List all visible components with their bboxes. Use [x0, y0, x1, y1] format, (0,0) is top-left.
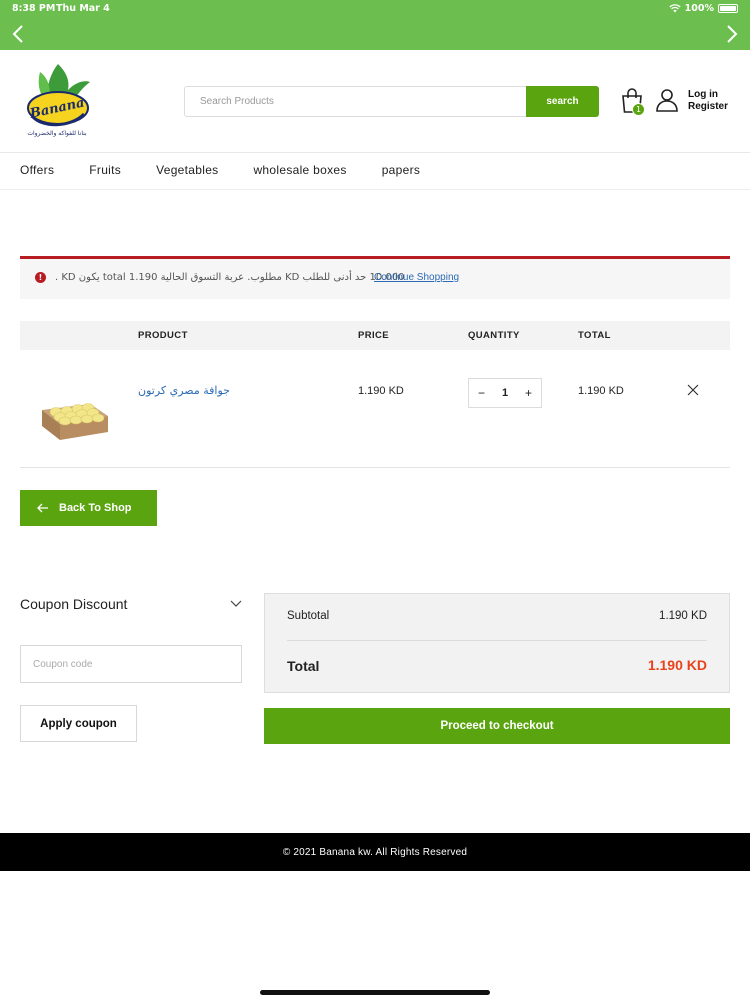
- menu-item-offers[interactable]: Offers: [20, 163, 54, 177]
- home-indicator[interactable]: [260, 990, 490, 995]
- back-to-shop-label: Back To Shop: [59, 502, 132, 514]
- register-link[interactable]: Register: [688, 101, 728, 113]
- cart-table-header: PRODUCT PRICE QUANTITY TOTAL: [20, 321, 730, 350]
- header-total: TOTAL: [578, 330, 611, 341]
- notice-text: 10.000 حد أدنى للطلب KD مطلوب. عربة التس…: [55, 272, 405, 283]
- battery-percent: 100%: [684, 3, 714, 14]
- remove-item-icon[interactable]: [686, 383, 700, 397]
- continue-shopping-link[interactable]: Continue Shopping: [374, 272, 459, 283]
- totals-divider: [287, 640, 707, 641]
- header-divider: [0, 152, 750, 153]
- line-total: 1.190 KD: [578, 385, 624, 397]
- total-label: Total: [287, 658, 320, 674]
- back-to-shop-button[interactable]: Back To Shop: [20, 490, 157, 526]
- table-row-divider: [20, 467, 730, 468]
- minimum-order-notice: ! 10.000 حد أدنى للطلب KD مطلوب. عربة ال…: [20, 256, 730, 299]
- svg-text:بنانا للفواكه والخضروات: بنانا للفواكه والخضروات: [27, 130, 87, 137]
- chevron-down-icon[interactable]: [230, 598, 242, 608]
- apply-coupon-button[interactable]: Apply coupon: [20, 705, 137, 742]
- user-icon[interactable]: [655, 88, 679, 112]
- menu-item-fruits[interactable]: Fruits: [89, 163, 121, 177]
- quantity-decrease-button[interactable]: −: [478, 386, 485, 400]
- proceed-to-checkout-button[interactable]: Proceed to checkout: [264, 708, 730, 744]
- cart-count-badge: 1: [632, 103, 645, 116]
- forward-arrow-icon[interactable]: [722, 22, 742, 46]
- product-thumbnail[interactable]: [38, 392, 110, 444]
- auth-links: Log in Register: [688, 89, 728, 113]
- search-button[interactable]: search: [526, 86, 599, 117]
- coupon-code-input[interactable]: Coupon code: [20, 645, 242, 683]
- browser-top-bar: 8:38 PM Thu Mar 4 100%: [0, 0, 750, 50]
- search-box: Search Products search: [184, 86, 599, 117]
- subtotal-label: Subtotal: [287, 610, 330, 622]
- footer-copyright: © 2021 Banana kw. All Rights Reserved: [0, 833, 750, 871]
- battery-icon: [718, 4, 738, 13]
- main-menu: Offers Fruits Vegetables wholesale boxes…: [20, 163, 455, 177]
- menu-item-vegetables[interactable]: Vegetables: [156, 163, 218, 177]
- total-value: 1.190 KD: [647, 657, 707, 673]
- header-product: PRODUCT: [138, 330, 188, 341]
- header-quantity: QUANTITY: [468, 330, 520, 341]
- header-price: PRICE: [358, 330, 390, 341]
- login-link[interactable]: Log in: [688, 89, 728, 101]
- status-time: 8:38 PM: [12, 3, 56, 14]
- status-right: 100%: [668, 3, 738, 14]
- product-price: 1.190 KD: [358, 385, 404, 397]
- quantity-stepper: − 1 +: [468, 378, 542, 408]
- menu-divider: [0, 189, 750, 190]
- quantity-increase-button[interactable]: +: [525, 386, 532, 400]
- site-logo[interactable]: Banana بنانا للفواكه والخضروات: [18, 62, 96, 142]
- error-icon: !: [35, 272, 46, 283]
- search-input[interactable]: Search Products: [185, 87, 526, 116]
- subtotal-value: 1.190 KD: [659, 610, 707, 622]
- back-arrow-icon[interactable]: [8, 22, 28, 46]
- menu-item-papers[interactable]: papers: [382, 163, 421, 177]
- wifi-icon: [668, 4, 681, 13]
- status-date: Thu Mar 4: [56, 3, 110, 14]
- cart-totals: Subtotal 1.190 KD Total 1.190 KD: [264, 593, 730, 693]
- menu-item-wholesale-boxes[interactable]: wholesale boxes: [253, 163, 346, 177]
- quantity-value[interactable]: 1: [502, 387, 508, 399]
- coupon-title[interactable]: Coupon Discount: [20, 596, 127, 612]
- product-name-link[interactable]: جوافة مصري كرتون: [138, 384, 230, 397]
- arrow-left-icon: [37, 503, 48, 513]
